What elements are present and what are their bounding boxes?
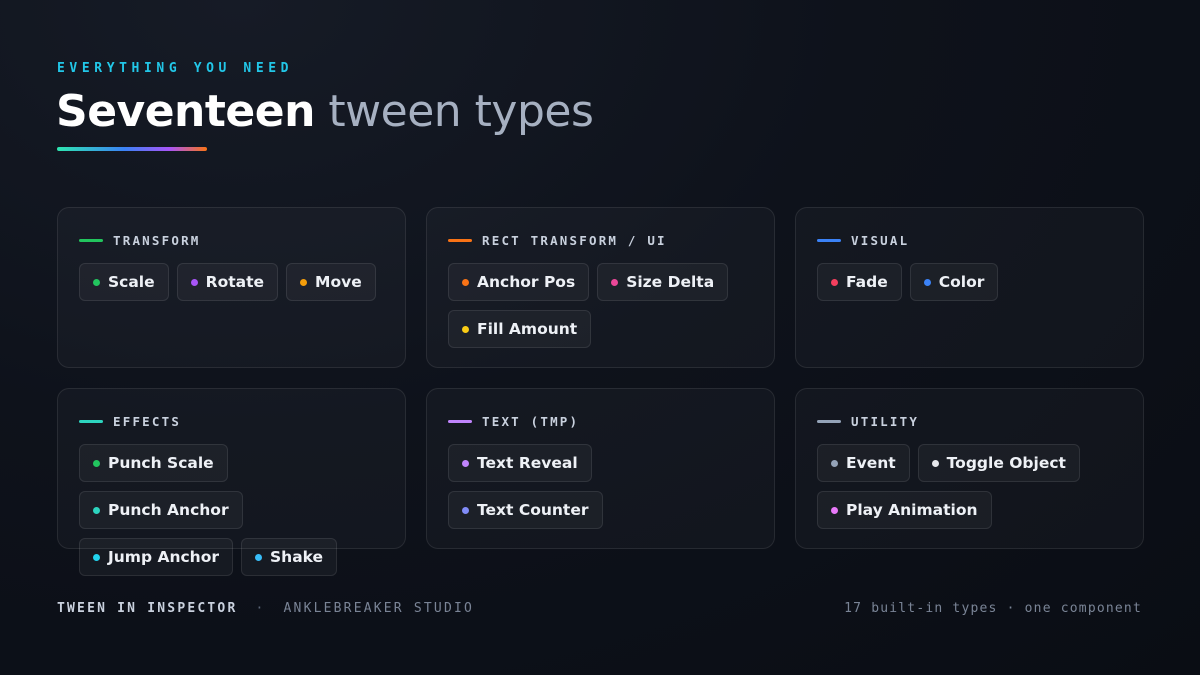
footer-studio: ANKLEBREAKER STUDIO: [283, 601, 475, 616]
dot-icon: [462, 506, 469, 514]
card-header: VISUAL: [817, 232, 1122, 248]
dot-icon: [190, 278, 198, 286]
dot-icon: [300, 278, 308, 286]
card-text-tmp: TEXT (TMP) Text Reveal Text Counter: [426, 388, 775, 549]
dot-icon: [831, 459, 838, 467]
dot-icon: [462, 459, 469, 467]
chip-shake: Shake: [241, 538, 338, 576]
card-transform: TRANSFORM Scale Rotate Move: [57, 207, 406, 368]
footer-separator: ·: [255, 601, 266, 616]
dot-icon: [831, 278, 838, 286]
card-accent-bar: [817, 419, 841, 423]
dot-icon: [923, 278, 931, 286]
chip-list: Scale Rotate Move: [79, 263, 384, 301]
chip-rotate: Rotate: [176, 263, 279, 301]
chip-label: Shake: [270, 548, 324, 566]
chip-label: Jump Anchor: [108, 548, 219, 566]
page-title: Seventeen tween types: [56, 86, 594, 138]
card-accent-bar: [79, 419, 103, 423]
chip-anchor-pos: Anchor Pos: [448, 263, 590, 301]
chip-play-animation: Play Animation: [817, 491, 992, 529]
chip-color: Color: [909, 263, 999, 301]
card-header: TEXT (TMP): [448, 413, 753, 429]
chip-scale: Scale: [79, 263, 169, 301]
card-header: EFFECTS: [79, 413, 384, 429]
dot-icon: [462, 278, 469, 286]
card-visual: VISUAL Fade Color: [795, 207, 1144, 368]
chip-label: Play Animation: [846, 501, 978, 519]
chip-label: Text Reveal: [477, 454, 578, 472]
chip-label: Anchor Pos: [477, 273, 576, 291]
dot-icon: [93, 553, 100, 561]
card-title: EFFECTS: [113, 413, 182, 429]
card-accent-bar: [448, 238, 472, 242]
chip-label: Punch Scale: [108, 454, 214, 472]
chip-list: Anchor Pos Size Delta Fill Amount: [448, 263, 753, 348]
chip-toggle-object: Toggle Object: [917, 444, 1080, 482]
eyebrow-label: EVERYTHING YOU NEED: [57, 61, 294, 76]
chip-label: Move: [315, 273, 362, 291]
dot-icon: [831, 506, 838, 514]
chip-punch-scale: Punch Scale: [79, 444, 228, 482]
chip-punch-anchor: Punch Anchor: [79, 491, 243, 529]
chip-label: Fade: [846, 273, 888, 291]
card-header: UTILITY: [817, 413, 1122, 429]
chip-list: Text Reveal Text Counter: [448, 444, 753, 529]
chip-label: Event: [846, 454, 896, 472]
tween-type-grid: TRANSFORM Scale Rotate Move RECT TRANSFO…: [57, 207, 1144, 576]
chip-label: Punch Anchor: [108, 501, 229, 519]
card-title: UTILITY: [851, 413, 920, 429]
title-light: tween types: [328, 86, 594, 137]
chip-list: Fade Color: [817, 263, 1122, 301]
card-utility: UTILITY Event Toggle Object Play Animati…: [795, 388, 1144, 549]
dot-icon: [93, 459, 100, 467]
dot-icon: [931, 459, 939, 467]
chip-label: Size Delta: [626, 273, 715, 291]
title-accent-underline: [57, 147, 207, 151]
chip-text-counter: Text Counter: [448, 491, 603, 529]
chip-list: Punch Scale Punch Anchor Jump Anchor Sha…: [79, 444, 384, 576]
card-title: RECT TRANSFORM / UI: [482, 232, 667, 248]
chip-jump-anchor: Jump Anchor: [79, 538, 233, 576]
chip-label: Color: [938, 273, 985, 291]
card-title: TRANSFORM: [113, 232, 201, 248]
chip-list: Event Toggle Object Play Animation: [817, 444, 1122, 529]
chip-fade: Fade: [817, 263, 902, 301]
chip-label: Scale: [108, 273, 155, 291]
card-header: RECT TRANSFORM / UI: [448, 232, 753, 248]
footer-left: TWEEN IN INSPECTOR · ANKLEBREAKER STUDIO: [57, 601, 474, 616]
card-header: TRANSFORM: [79, 232, 384, 248]
chip-size-delta: Size Delta: [597, 263, 729, 301]
chip-label: Text Counter: [477, 501, 589, 519]
card-accent-bar: [79, 238, 103, 242]
chip-label: Rotate: [205, 273, 265, 291]
footer-brand: TWEEN IN INSPECTOR: [57, 601, 238, 616]
card-title: TEXT (TMP): [482, 413, 580, 429]
card-effects: EFFECTS Punch Scale Punch Anchor Jump An…: [57, 388, 406, 576]
dot-icon: [255, 553, 262, 561]
dot-icon: [93, 278, 100, 286]
chip-label: Fill Amount: [477, 320, 578, 338]
dot-icon: [611, 278, 619, 286]
chip-event: Event: [817, 444, 910, 482]
card-title: VISUAL: [851, 232, 910, 248]
chip-fill-amount: Fill Amount: [448, 310, 592, 348]
title-bold: Seventeen: [56, 86, 315, 137]
card-accent-bar: [817, 238, 841, 242]
dot-icon: [93, 506, 100, 514]
footer-tagline: 17 built-in types · one component: [844, 601, 1142, 616]
chip-text-reveal: Text Reveal: [448, 444, 592, 482]
dot-icon: [462, 325, 469, 333]
card-rect-transform-ui: RECT TRANSFORM / UI Anchor Pos Size Delt…: [426, 207, 775, 368]
chip-label: Toggle Object: [946, 454, 1066, 472]
card-accent-bar: [448, 419, 472, 423]
chip-move: Move: [286, 263, 376, 301]
